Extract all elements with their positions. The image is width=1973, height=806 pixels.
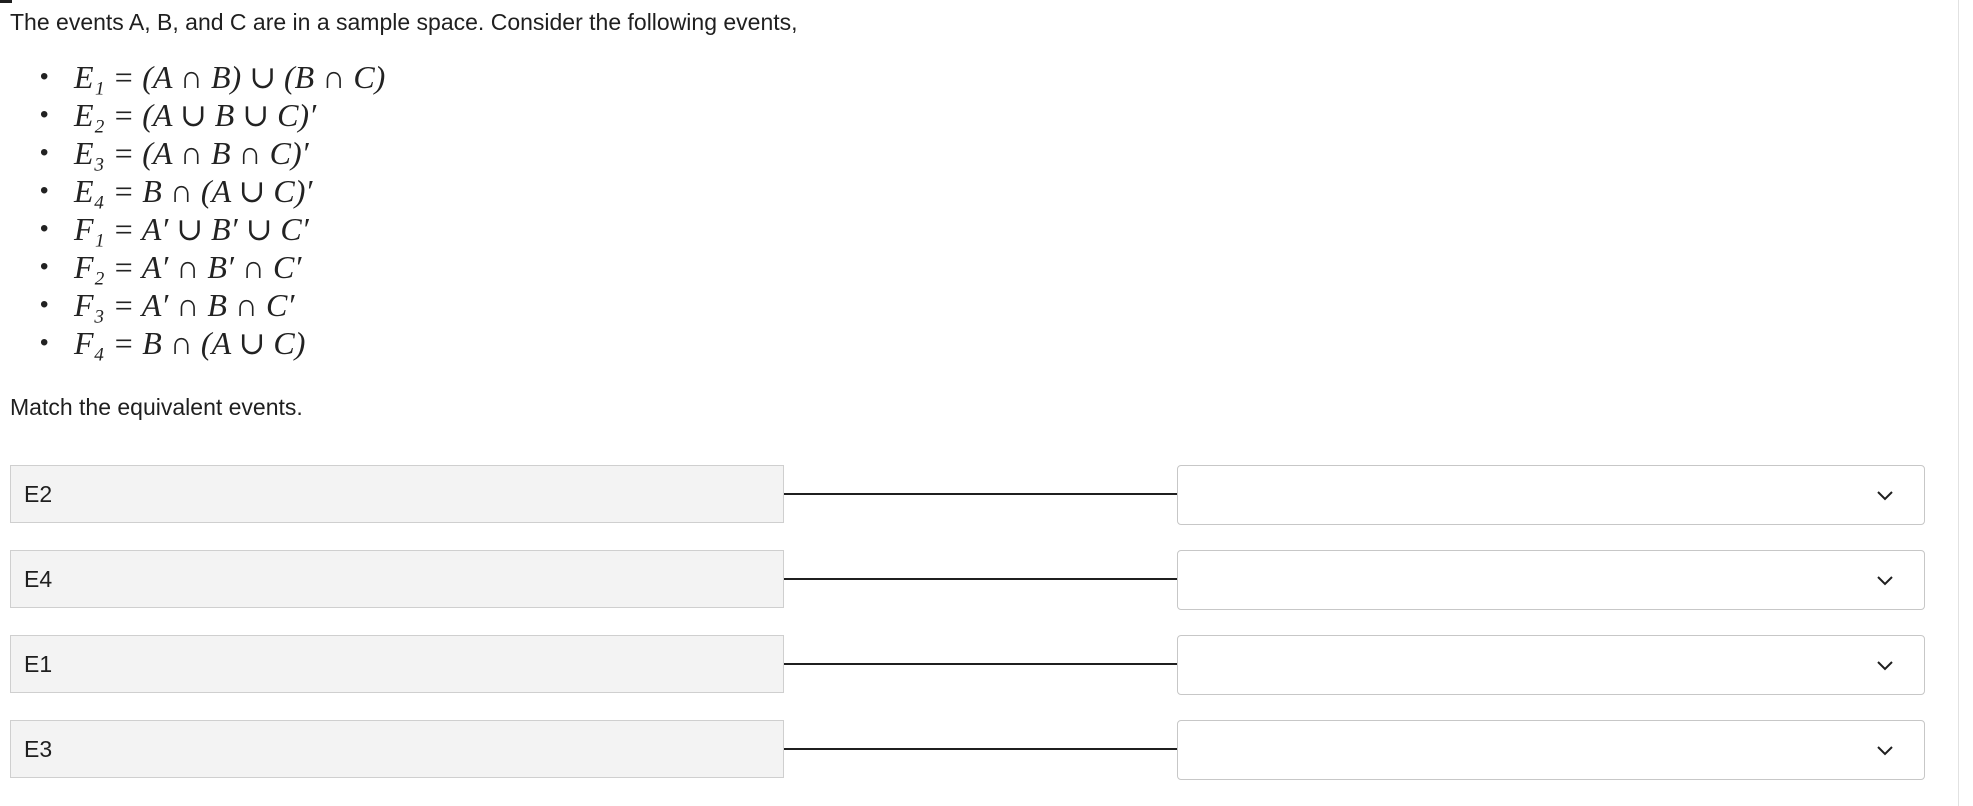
match-prompt: E4 [10,550,784,608]
match-prompt: E1 [10,635,784,693]
match-row: E1 [10,635,1925,695]
answer-dropdown[interactable] [1177,720,1925,780]
scroll-edge [1958,0,1959,806]
chevron-down-icon [1877,491,1893,501]
chevron-down-icon [1877,576,1893,586]
match-row: E3 [10,720,1925,780]
match-row: E2 [10,465,1925,525]
answer-dropdown[interactable] [1177,465,1925,525]
event-item-e1: • E₁ = (A ∩ B) ∪ (B ∩ C) [36,58,385,96]
event-formula: E₂ = (A ∪ B ∪ C)′ [74,97,317,133]
bullet: • [40,177,49,204]
connector-line [784,748,1177,750]
event-list: • E₁ = (A ∩ B) ∪ (B ∩ C) • E₂ = (A ∪ B ∪ C… [36,58,385,362]
event-item-f3: • F₃ = A′ ∩ B ∩ C′ [36,286,385,324]
bullet: • [40,63,49,90]
event-item-f4: • F₄ = B ∩ (A ∪ C) [36,324,385,362]
bullet: • [40,139,49,166]
event-item-e2: • E₂ = (A ∪ B ∪ C)′ [36,96,385,134]
chevron-down-icon [1877,661,1893,671]
event-item-e3: • E₃ = (A ∩ B ∩ C)′ [36,134,385,172]
event-item-e4: • E₄ = B ∩ (A ∪ C)′ [36,172,385,210]
bullet: • [40,291,49,318]
bullet: • [40,101,49,128]
event-item-f1: • F₁ = A′ ∪ B′ ∪ C′ [36,210,385,248]
event-item-f2: • F₂ = A′ ∩ B′ ∩ C′ [36,248,385,286]
corner-mark [0,0,12,3]
event-formula: F₂ = A′ ∩ B′ ∩ C′ [74,249,302,285]
match-row: E4 [10,550,1925,610]
event-formula: F₃ = A′ ∩ B ∩ C′ [74,287,295,323]
question-intro: The events A, B, and C are in a sample s… [10,9,798,35]
bullet: • [40,215,49,242]
connector-line [784,493,1177,495]
event-formula: E₃ = (A ∩ B ∩ C)′ [74,135,309,171]
bullet: • [40,253,49,280]
event-formula: E₁ = (A ∩ B) ∪ (B ∩ C) [74,59,386,95]
event-formula: E₄ = B ∩ (A ∪ C)′ [74,173,313,209]
event-formula: F₄ = B ∩ (A ∪ C) [74,325,306,361]
match-prompt: E2 [10,465,784,523]
answer-dropdown[interactable] [1177,635,1925,695]
chevron-down-icon [1877,746,1893,756]
event-formula: F₁ = A′ ∪ B′ ∪ C′ [74,211,309,247]
answer-dropdown[interactable] [1177,550,1925,610]
match-prompt: E3 [10,720,784,778]
instruction-text: Match the equivalent events. [10,394,303,420]
matching-question: E2 E4 E1 E3 [10,465,1925,805]
bullet: • [40,329,49,356]
connector-line [784,578,1177,580]
connector-line [784,663,1177,665]
